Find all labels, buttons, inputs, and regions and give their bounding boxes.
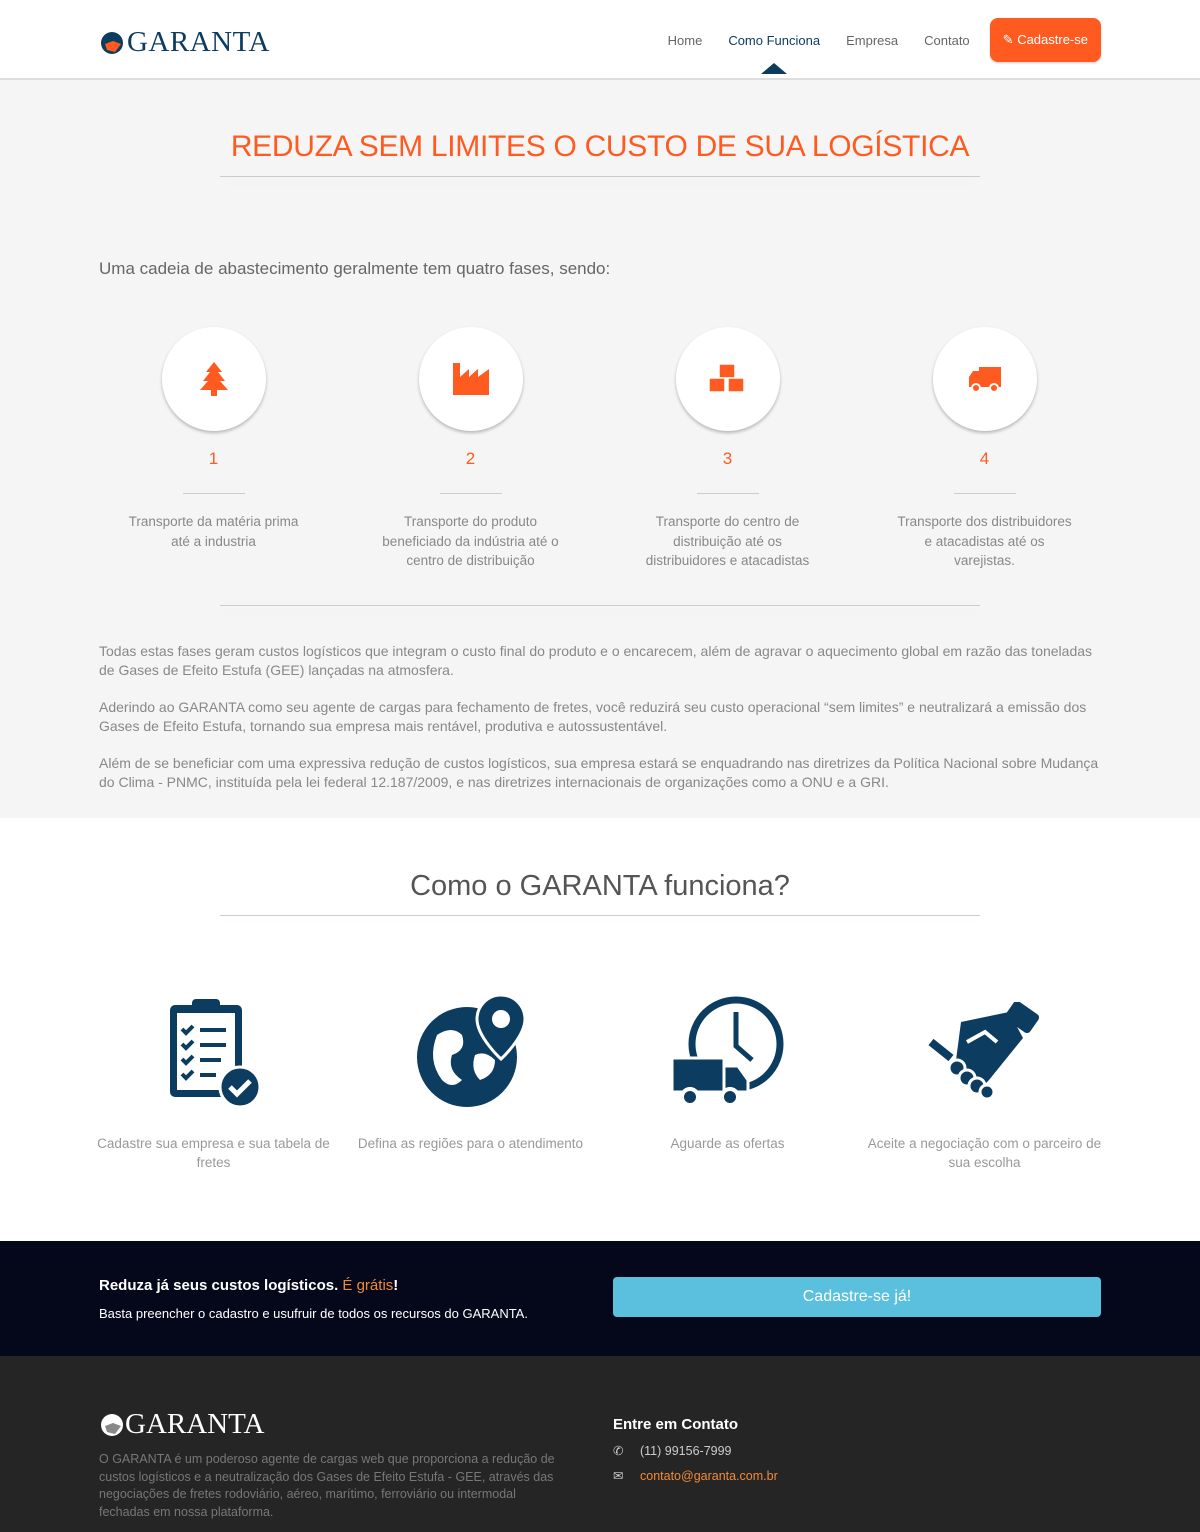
contact-title: Entre em Contato (613, 1416, 739, 1433)
phase-text: Transporte dos distribuidores e atacadis… (897, 514, 1072, 568)
phase-text: Transporte do produto beneficiado da ind… (382, 514, 559, 568)
intro-lead: Uma cadeia de abastecimento geralmente t… (99, 259, 611, 278)
main-nav: Home Como Funciona Empresa Contato ✎ Cad… (642, 18, 1101, 74)
footer-logo-text: GARANTA (125, 1408, 265, 1440)
cubes-icon (707, 363, 745, 393)
footer-logo: GARANTA (99, 1408, 613, 1441)
footer-description: O GARANTA é um poderoso agente de cargas… (99, 1452, 555, 1519)
paragraph: Todas estas fases geram custos logístico… (99, 642, 1093, 678)
email-link[interactable]: contato@garanta.com.br (640, 1469, 778, 1483)
cta-band: Reduza já seus custos logísticos. É grát… (0, 1241, 1200, 1356)
step-text: Defina as regiões para o atendimento (357, 1136, 584, 1151)
nav-como-funciona[interactable]: Como Funciona (728, 33, 820, 74)
clipboard-check-icon (169, 999, 261, 1109)
intro-title: REDUZA SEM LIMITES O CUSTO DE SUA LOGÍST… (230, 130, 970, 163)
step-1: Cadastre sua empresa e sua tabela de fre… (85, 994, 342, 1172)
footer: GARANTA O GARANTA é um poderoso agente d… (0, 1356, 1200, 1532)
cta-highlight: É grátis (342, 1277, 394, 1294)
step-3: Aguarde as ofertas (599, 994, 856, 1172)
logo-icon (101, 1413, 123, 1436)
nav-home[interactable]: Home (668, 33, 703, 48)
how-title: Como o GARANTA funciona? (410, 870, 790, 902)
intro-paragraphs: Todas estas fases geram custos logístico… (99, 642, 1101, 792)
phase-number: 3 (722, 449, 733, 468)
step-2: Defina as regiões para o atendimento (342, 994, 599, 1172)
step-text: Aceite a negociação com o parceiro de su… (867, 1136, 1102, 1170)
phase-number: 4 (979, 449, 990, 468)
step-4: Aceite a negociação com o parceiro de su… (856, 994, 1113, 1172)
intro-section: REDUZA SEM LIMITES O CUSTO DE SUA LOGÍST… (0, 80, 1200, 818)
cadastre-se-button[interactable]: ✎ Cadastre-se (989, 18, 1101, 62)
phase-2: 2 Transporte do produto beneficiado da i… (342, 327, 599, 571)
phase-number: 1 (208, 449, 219, 468)
truck-icon (968, 367, 1001, 393)
nav-contato[interactable]: Contato (924, 33, 970, 48)
phase-text: Transporte do centro de distribuição até… (645, 514, 810, 568)
nav-empresa[interactable]: Empresa (846, 33, 898, 48)
phase-1: 1 Transporte da matéria prima até a indu… (85, 327, 342, 571)
header: GARANTA Home Como Funciona Empresa Conta… (0, 0, 1200, 80)
cadastre-se-ja-button[interactable]: Cadastre-se já! (613, 1277, 1101, 1317)
cadastre-se-label: Cadastre-se (1017, 32, 1088, 47)
phase-number: 2 (465, 449, 476, 468)
divider (220, 176, 980, 177)
phase-3: 3 Transporte do centro de distribuição a… (599, 327, 856, 571)
paragraph: Aderindo ao GARANTA como seu agente de c… (99, 698, 1087, 734)
handshake-icon (928, 1002, 1039, 1101)
tree-icon (199, 362, 228, 396)
divider (220, 915, 980, 916)
phone: (11) 99156-7999 (640, 1443, 732, 1458)
truck-clock-icon (670, 996, 783, 1107)
phone-icon: ✆ (613, 1444, 624, 1458)
cta-title: Reduza já seus custos logísticos. É grát… (99, 1277, 528, 1294)
step-text: Cadastre sua empresa e sua tabela de fre… (97, 1136, 330, 1170)
logo-text: GARANTA (127, 26, 270, 58)
divider (220, 604, 980, 606)
phase-4: 4 Transporte dos distribuidores e atacad… (856, 327, 1113, 571)
factory-icon (452, 363, 489, 395)
envelope-icon: ✉ (613, 1469, 624, 1483)
cta-subtitle: Basta preencher o cadastro e usufruir de… (99, 1306, 528, 1321)
globe-pin-icon (416, 995, 527, 1107)
paragraph: Além de se beneficiar com uma expressiva… (99, 754, 1099, 790)
edit-icon: ✎ (1002, 32, 1018, 47)
logo[interactable]: GARANTA (99, 26, 270, 59)
logo-icon (101, 31, 123, 54)
cta-excl: ! (393, 1277, 399, 1294)
how-section: Como o GARANTA funciona? Cadastre sua em… (0, 818, 1200, 1241)
phase-text: Transporte da matéria prima até a indust… (128, 514, 299, 549)
cta-title-text: Reduza já seus custos logísticos. (99, 1277, 339, 1294)
step-text: Aguarde as ofertas (670, 1136, 785, 1151)
